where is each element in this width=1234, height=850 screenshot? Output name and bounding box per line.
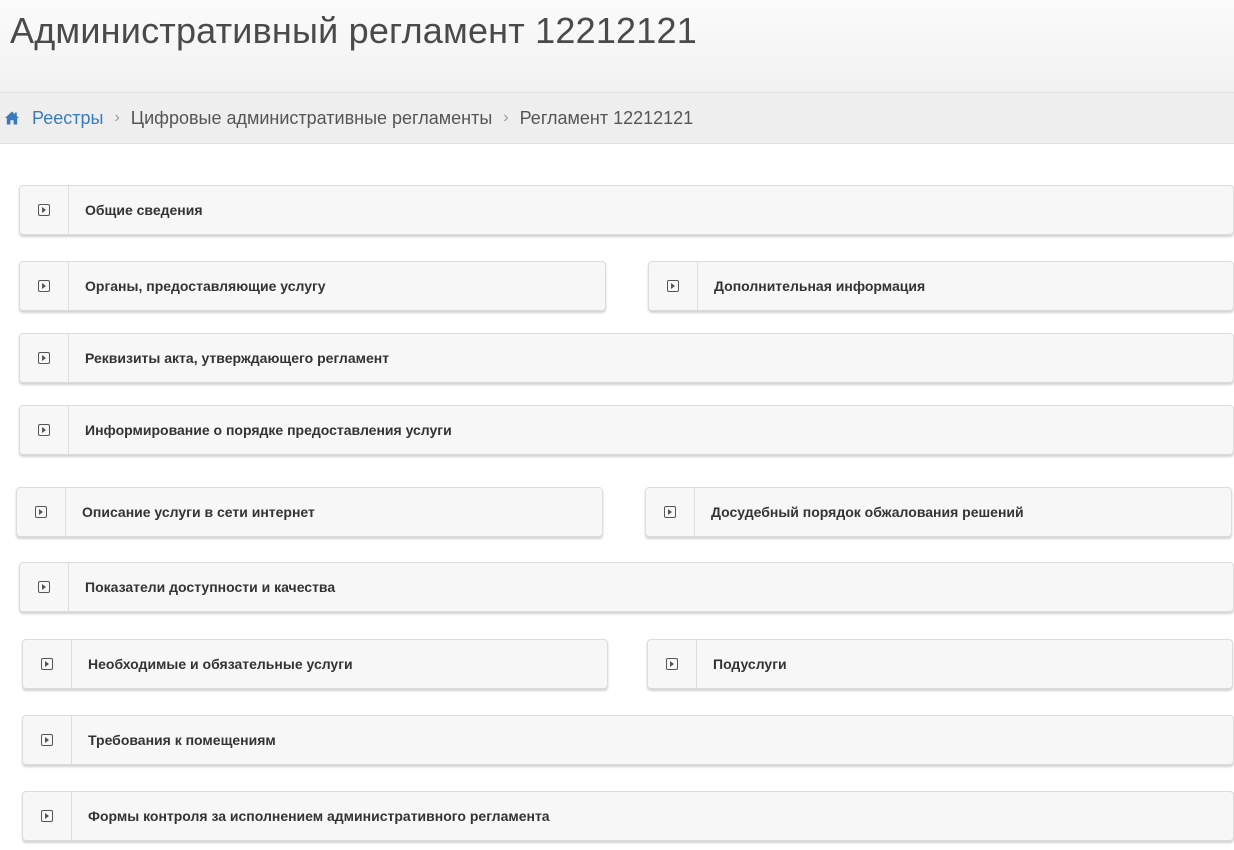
panel-icon-cell (649, 262, 698, 310)
expand-square-icon (38, 424, 50, 436)
expand-square-icon (41, 734, 53, 746)
panel-label: Требования к помещениям (88, 732, 276, 748)
panel-subservices[interactable]: Подуслуги (647, 639, 1233, 689)
expand-square-icon (35, 506, 47, 518)
panel-label: Необходимые и обязательные услуги (88, 656, 353, 672)
panel-icon-cell (20, 186, 69, 234)
breadcrumb-separator: › (503, 109, 509, 126)
panel-icon-cell (20, 262, 69, 310)
panel-icon-cell (20, 334, 69, 382)
panel-label: Информирование о порядке предоставления … (85, 422, 452, 438)
page-title: Административный регламент 12212121 (10, 10, 697, 51)
breadcrumb-item-current: Регламент 12212121 (519, 107, 694, 128)
panel-internet-description[interactable]: Описание услуги в сети интернет (16, 487, 603, 537)
panel-accessibility-quality[interactable]: Показатели доступности и качества (19, 562, 1234, 612)
breadcrumb-home-link[interactable]: Реестры (32, 108, 103, 129)
breadcrumb-item-registry[interactable]: Цифровые административные регламенты (131, 108, 493, 129)
panel-general-info[interactable]: Общие сведения (19, 185, 1234, 235)
panel-icon-cell (648, 640, 697, 688)
breadcrumb: Реестры › Цифровые административные регл… (0, 92, 1234, 144)
expand-square-icon (38, 280, 50, 292)
panel-label: Общие сведения (85, 202, 203, 218)
panel-label: Подуслуги (713, 656, 787, 672)
panel-required-services[interactable]: Необходимые и обязательные услуги (22, 639, 608, 689)
expand-square-icon (41, 658, 53, 670)
home-icon[interactable] (4, 110, 20, 126)
panel-label: Показатели доступности и качества (85, 579, 336, 595)
panel-label: Досудебный порядок обжалования решений (711, 504, 1024, 520)
panel-icon-cell (20, 563, 69, 611)
panel-premises-requirements[interactable]: Требования к помещениям (22, 715, 1234, 765)
panel-label: Формы контроля за исполнением администра… (88, 808, 550, 824)
panel-icon-cell (23, 640, 72, 688)
expand-square-icon (666, 658, 678, 670)
panel-label: Органы, предоставляющие услугу (85, 278, 326, 294)
panel-control-forms[interactable]: Формы контроля за исполнением администра… (22, 791, 1234, 841)
panel-additional-info[interactable]: Дополнительная информация (648, 261, 1234, 311)
panel-icon-cell (23, 792, 72, 840)
panel-pretrial-appeal[interactable]: Досудебный порядок обжалования решений (645, 487, 1232, 537)
breadcrumb-separator: › (114, 109, 120, 126)
panel-label: Дополнительная информация (714, 278, 926, 294)
panel-informing[interactable]: Информирование о порядке предоставления … (19, 405, 1234, 455)
panel-label: Описание услуги в сети интернет (82, 504, 315, 520)
expand-square-icon (664, 506, 676, 518)
panel-icon-cell (20, 406, 69, 454)
panel-icon-cell (17, 488, 66, 536)
page-header: Административный регламент 12212121 (0, 0, 1234, 92)
panel-icon-cell (23, 716, 72, 764)
panel-label: Реквизиты акта, утверждающего регламент (85, 350, 390, 366)
panel-icon-cell (646, 488, 695, 536)
panel-service-bodies[interactable]: Органы, предоставляющие услугу (19, 261, 606, 311)
expand-square-icon (38, 581, 50, 593)
expand-square-icon (38, 352, 50, 364)
expand-square-icon (667, 280, 679, 292)
panel-act-details[interactable]: Реквизиты акта, утверждающего регламент (19, 333, 1234, 383)
expand-square-icon (38, 204, 50, 216)
expand-square-icon (41, 810, 53, 822)
